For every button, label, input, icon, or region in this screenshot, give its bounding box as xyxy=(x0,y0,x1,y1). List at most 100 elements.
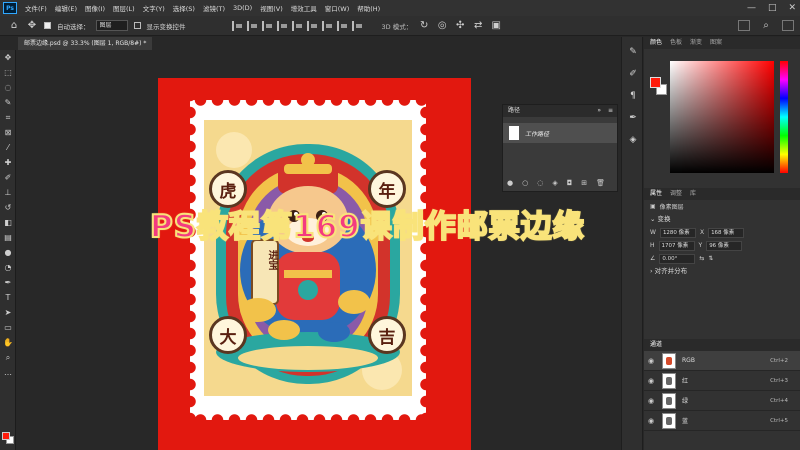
fill-path-icon[interactable]: ● xyxy=(507,179,513,187)
menu-plugins[interactable]: 增效工具 xyxy=(287,3,321,13)
hand-icon[interactable]: ✋ xyxy=(2,337,14,349)
hue-slider[interactable] xyxy=(780,61,788,173)
menu-layer[interactable]: 图层(L) xyxy=(109,3,139,13)
eye-icon[interactable]: ◉ xyxy=(648,357,656,365)
flip-vertical-icon[interactable]: ⇅ xyxy=(708,255,713,262)
type-icon[interactable]: T xyxy=(2,292,14,304)
flip-horizontal-icon[interactable]: ⇆ xyxy=(699,255,704,262)
tab-adjustments[interactable]: 调整 xyxy=(670,188,682,200)
document-tab[interactable]: 邮票边缘.psd @ 33.3% (图层 1, RGB/8#) * xyxy=(18,37,153,50)
home-icon[interactable]: ⌂ xyxy=(8,20,20,32)
channel-row-green[interactable]: ◉ 绿 Ctrl+4 xyxy=(644,391,800,411)
align-center-icon[interactable] xyxy=(246,20,257,31)
workspace-icon[interactable] xyxy=(738,20,750,31)
stamp-icon[interactable]: ⊥ xyxy=(2,187,14,199)
eye-icon[interactable]: ◉ xyxy=(648,397,656,405)
auto-select-checkbox[interactable] xyxy=(44,22,51,29)
channel-row-red[interactable]: ◉ 红 Ctrl+3 xyxy=(644,371,800,391)
paths-icon[interactable]: ✒ xyxy=(626,111,640,125)
menu-window[interactable]: 窗口(W) xyxy=(321,3,354,13)
distribute-icon[interactable] xyxy=(321,20,332,31)
brush-settings-icon[interactable]: ✐ xyxy=(626,67,640,81)
tab-properties[interactable]: 属性 xyxy=(650,188,662,200)
align-section[interactable]: › 对齐并分布 xyxy=(644,265,800,278)
tab-libraries[interactable]: 库 xyxy=(690,188,696,200)
color-swatches[interactable] xyxy=(2,432,14,444)
blur-icon[interactable]: ● xyxy=(2,247,14,259)
eye-icon[interactable]: ◉ xyxy=(648,377,656,385)
menu-3d[interactable]: 3D(D) xyxy=(229,4,256,12)
distribute-2-icon[interactable] xyxy=(336,20,347,31)
y-field[interactable]: 96 像素 xyxy=(706,240,743,251)
make-path-icon[interactable]: ◈ xyxy=(552,179,557,187)
more-tools-icon[interactable]: … xyxy=(2,367,14,379)
maximize-button[interactable]: □ xyxy=(768,3,777,13)
eyedropper-icon[interactable]: ⁄ xyxy=(2,142,14,154)
align-bottom-icon[interactable] xyxy=(306,20,317,31)
delete-path-icon[interactable]: 🗑 xyxy=(596,179,605,187)
move-tool-icon[interactable]: ✥ xyxy=(26,20,38,32)
new-path-icon[interactable]: ⊞ xyxy=(581,179,587,187)
menu-view[interactable]: 视图(V) xyxy=(256,3,287,13)
menu-image[interactable]: 图像(I) xyxy=(81,3,109,13)
marquee-icon[interactable]: ⬚ xyxy=(2,67,14,79)
tab-patterns[interactable]: 图案 xyxy=(710,37,722,49)
panel-menu-icon[interactable]: ≡ xyxy=(608,105,613,117)
menu-type[interactable]: 文字(Y) xyxy=(139,3,169,13)
healing-icon[interactable]: ✚ xyxy=(2,157,14,169)
channel-row-blue[interactable]: ◉ 蓝 Ctrl+5 xyxy=(644,411,800,431)
share-icon[interactable] xyxy=(782,20,794,31)
menu-select[interactable]: 选择(S) xyxy=(169,3,199,13)
dodge-icon[interactable]: ◔ xyxy=(2,262,14,274)
height-field[interactable]: 1707 像素 xyxy=(658,240,695,251)
color-picker-field[interactable] xyxy=(670,61,774,173)
close-button[interactable]: ✕ xyxy=(788,3,796,13)
align-right-icon[interactable] xyxy=(261,20,272,31)
lasso-icon[interactable]: ◌ xyxy=(2,82,14,94)
align-top-icon[interactable] xyxy=(276,20,287,31)
tab-swatches[interactable]: 色板 xyxy=(670,37,682,49)
add-mask-icon[interactable]: ◘ xyxy=(567,179,573,187)
eraser-icon[interactable]: ◧ xyxy=(2,217,14,229)
frame-icon[interactable]: ⊠ xyxy=(2,127,14,139)
rectangle-icon[interactable]: ▭ xyxy=(2,322,14,334)
history-icon[interactable]: ✎ xyxy=(626,45,640,59)
menu-file[interactable]: 文件(F) xyxy=(21,3,51,13)
show-transform-checkbox[interactable] xyxy=(133,22,141,29)
gradient-icon[interactable]: ▤ xyxy=(2,232,14,244)
zoom-icon[interactable]: ⌕ xyxy=(2,352,14,364)
pen-icon[interactable]: ✒ xyxy=(2,277,14,289)
tab-gradients[interactable]: 渐变 xyxy=(690,37,702,49)
drag-3d-icon[interactable]: ✣ xyxy=(454,20,466,32)
path-item[interactable]: 工作路径 xyxy=(503,123,617,143)
quick-select-icon[interactable]: ✎ xyxy=(2,97,14,109)
channel-row-rgb[interactable]: ◉ RGB Ctrl+2 xyxy=(644,351,800,371)
transform-section[interactable]: ⌄ 变换 xyxy=(644,213,800,226)
width-field[interactable]: 1280 像素 xyxy=(659,227,696,238)
foreground-color[interactable] xyxy=(650,77,661,88)
roll-3d-icon[interactable]: ◎ xyxy=(436,20,448,32)
angle-field[interactable]: 0.00° xyxy=(659,253,696,264)
stroke-path-icon[interactable]: ○ xyxy=(522,179,528,187)
align-left-icon[interactable] xyxy=(231,20,242,31)
crop-icon[interactable]: ⌗ xyxy=(2,112,14,124)
path-select-icon[interactable]: ➤ xyxy=(2,307,14,319)
character-icon[interactable]: ¶ xyxy=(626,89,640,103)
history-brush-icon[interactable]: ↺ xyxy=(2,202,14,214)
load-selection-icon[interactable]: ◌ xyxy=(537,179,543,187)
slide-3d-icon[interactable]: ⇄ xyxy=(472,20,484,32)
move-icon[interactable]: ✥ xyxy=(2,52,14,64)
tab-channels[interactable]: 通道 xyxy=(650,339,662,351)
tab-color[interactable]: 颜色 xyxy=(650,37,662,49)
align-middle-icon[interactable] xyxy=(291,20,302,31)
brush-icon[interactable]: ✐ xyxy=(2,172,14,184)
x-field[interactable]: 168 像素 xyxy=(708,227,745,238)
distribute-3-icon[interactable] xyxy=(351,20,362,31)
scale-3d-icon[interactable]: ▣ xyxy=(490,20,502,32)
rotate-3d-icon[interactable]: ↻ xyxy=(418,20,430,32)
menu-help[interactable]: 帮助(H) xyxy=(353,3,384,13)
menu-filter[interactable]: 滤镜(T) xyxy=(199,3,229,13)
document-canvas[interactable]: 虎 年 大 吉 进宝 xyxy=(158,78,471,450)
collapse-icon[interactable]: » xyxy=(597,105,601,117)
eye-icon[interactable]: ◉ xyxy=(648,417,656,425)
